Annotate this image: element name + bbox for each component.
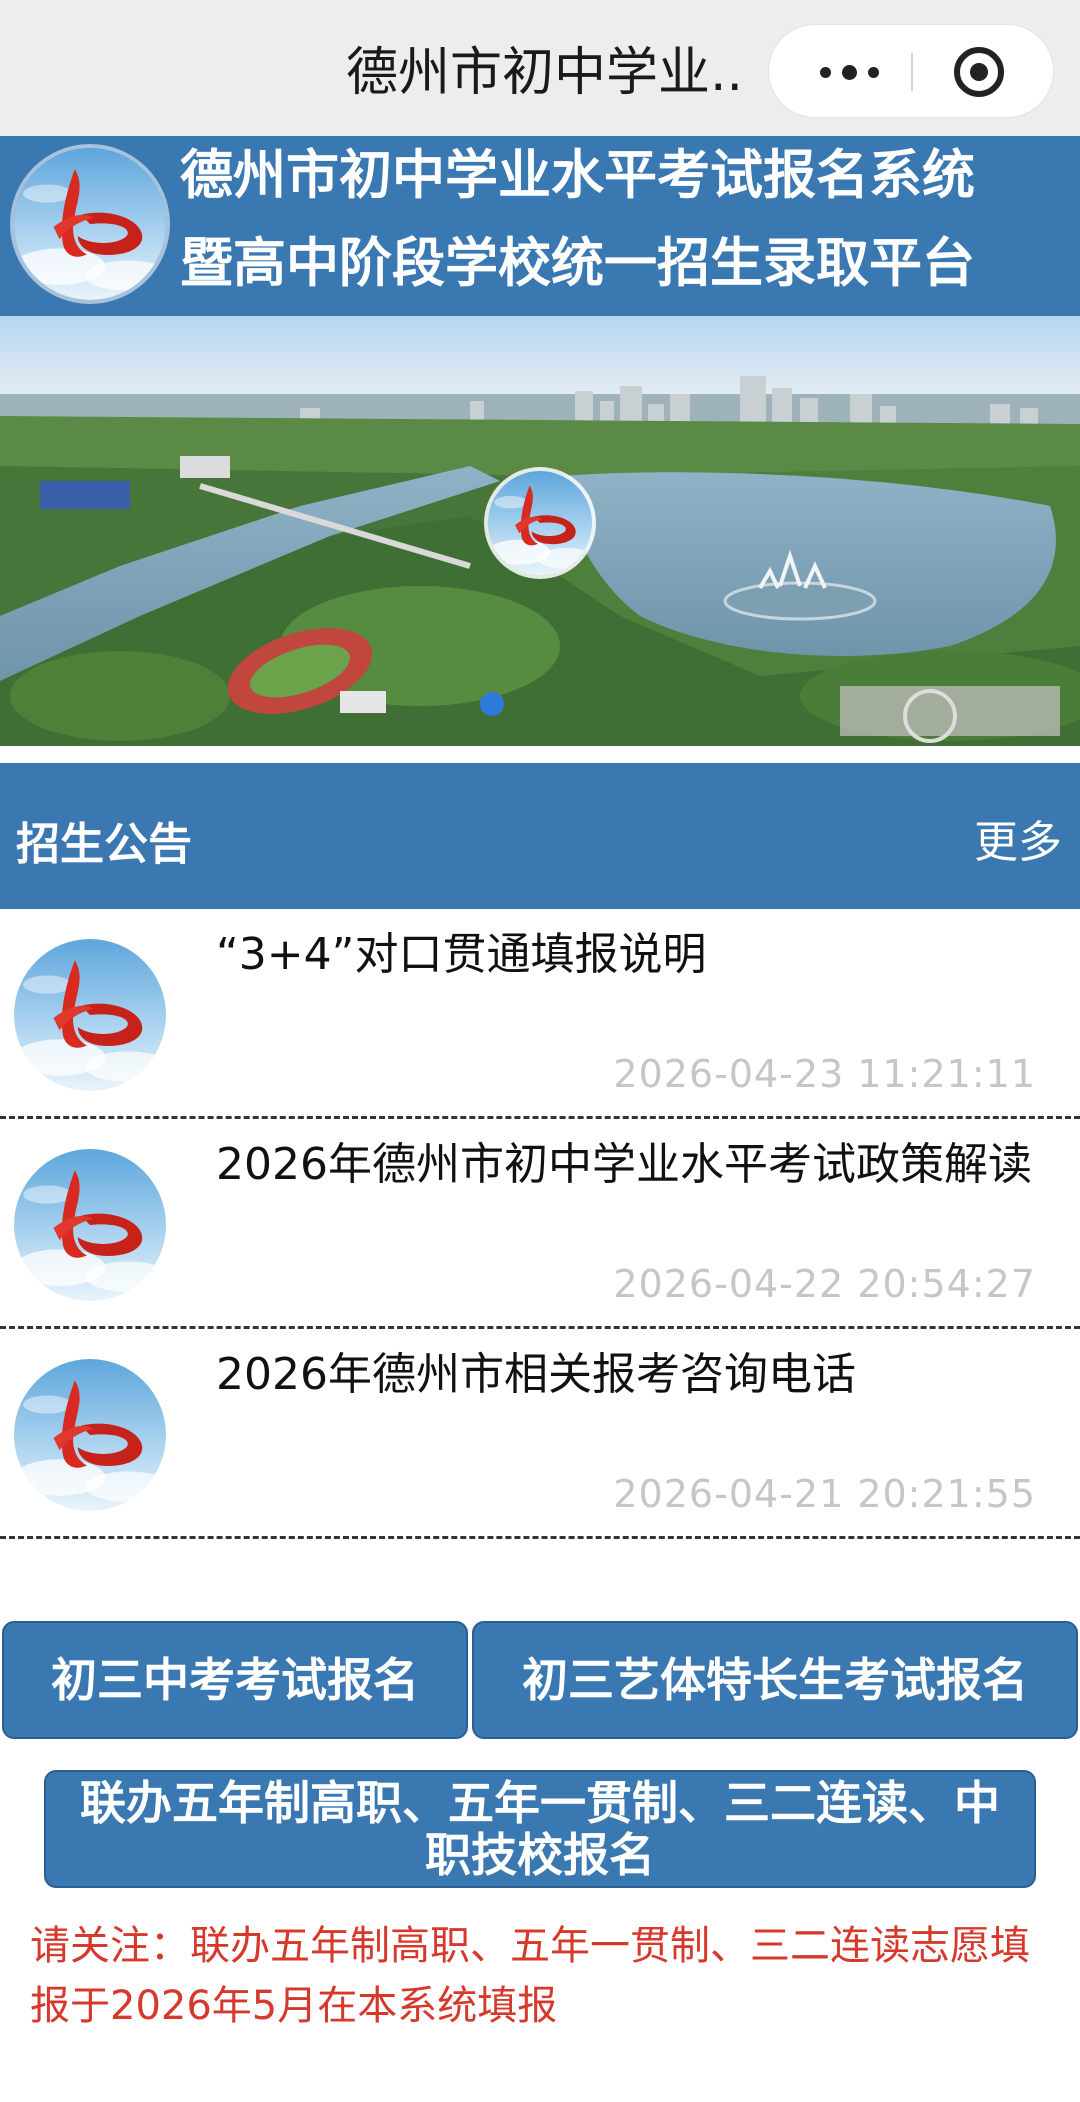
notice-thumbnail xyxy=(14,1149,166,1301)
exam-registration-label: 初三中考考试报名 xyxy=(51,1653,419,1707)
footer-note: 请关注：联办五年制高职、五年一贯制、三二连读志愿填报于2026年5月在本系统填报 xyxy=(30,1923,1030,2029)
art-sports-registration-button[interactable]: 初三艺体特长生考试报名 xyxy=(472,1621,1078,1739)
header-title-line-1: 德州市初中学业水平考试报名系统 xyxy=(180,145,975,206)
notice-date: 2026-04-21 20:21:55 xyxy=(613,1472,1036,1516)
mini-program-capsule xyxy=(768,24,1054,118)
notice-thumbnail xyxy=(14,1359,166,1511)
list-item[interactable]: 2026年德州市初中学业水平考试政策解读 2026-04-22 20:54:27 xyxy=(0,1119,1080,1329)
vocational-registration-label: 联办五年制高职、五年一贯制、三二连读、中职技校报名 xyxy=(80,1776,1000,1882)
notice-thumbnail xyxy=(14,939,166,1091)
notice-title: 2026年德州市初中学业水平考试政策解读 xyxy=(216,1139,1032,1190)
header-title-line-2: 暨高中阶段学校统一招生录取平台 xyxy=(180,233,975,294)
more-dots-icon[interactable] xyxy=(799,25,899,119)
list-item[interactable]: 2026年德州市相关报考咨询电话 2026-04-21 20:21:55 xyxy=(0,1329,1080,1539)
banner-carousel[interactable] xyxy=(0,316,1080,746)
more-link[interactable]: 更多 xyxy=(974,813,1062,873)
carousel-photo xyxy=(0,316,1080,746)
carousel-indicator-dot[interactable] xyxy=(480,692,504,716)
site-logo xyxy=(14,148,166,300)
exam-registration-button[interactable]: 初三中考考试报名 xyxy=(2,1621,468,1739)
section-title: 招生公告 xyxy=(16,819,192,870)
notice-date: 2026-04-22 20:54:27 xyxy=(613,1262,1036,1306)
notice-title: “3+4”对口贯通填报说明 xyxy=(216,929,707,980)
notice-date: 2026-04-23 11:21:11 xyxy=(613,1052,1036,1096)
capsule-divider xyxy=(911,53,913,91)
window-title: 德州市初中学业... xyxy=(346,43,746,103)
vocational-registration-button[interactable]: 联办五年制高职、五年一贯制、三二连读、中职技校报名 xyxy=(44,1770,1036,1888)
app-top-bar: 德州市初中学业... xyxy=(0,0,1080,136)
close-target-icon[interactable] xyxy=(929,25,1029,119)
notice-title: 2026年德州市相关报考咨询电话 xyxy=(216,1349,856,1400)
list-item[interactable]: “3+4”对口贯通填报说明 2026-04-23 11:21:11 xyxy=(0,909,1080,1119)
announcements-header: 招生公告 更多 xyxy=(0,763,1080,909)
art-sports-registration-label: 初三艺体特长生考试报名 xyxy=(522,1653,1028,1707)
mini-program-page: 德州市初中学业... 德州市初中学业水平考试报名系统 暨高中阶段学校统一招生录取… xyxy=(0,0,1080,2102)
